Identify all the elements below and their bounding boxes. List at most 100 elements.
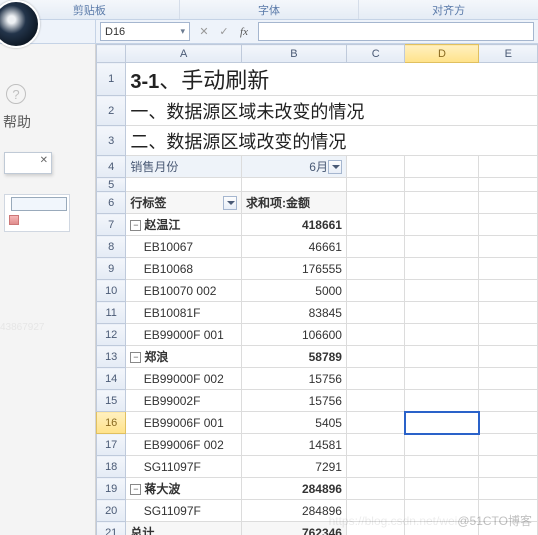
cell-C17[interactable]: [346, 434, 404, 456]
row-header-5[interactable]: 5: [97, 178, 126, 192]
cell-D8[interactable]: [405, 236, 479, 258]
group-1-subtotal[interactable]: 58789: [241, 346, 346, 368]
close-icon[interactable]: ✕: [40, 155, 48, 166]
cell-C6[interactable]: [346, 192, 404, 214]
cell-C18[interactable]: [346, 456, 404, 478]
cell-D17[interactable]: [405, 434, 479, 456]
cell-E13[interactable]: [479, 346, 538, 368]
row-header-20[interactable]: 20: [97, 500, 126, 522]
filter-dropdown-icon[interactable]: [328, 160, 342, 174]
row-header-7[interactable]: 7: [97, 214, 126, 236]
floating-palette[interactable]: [4, 194, 70, 232]
cell-C16[interactable]: [346, 412, 404, 434]
cell-D18[interactable]: [405, 456, 479, 478]
cell-D7[interactable]: [405, 214, 479, 236]
row-header-19[interactable]: 19: [97, 478, 126, 500]
cell-C4[interactable]: [346, 156, 404, 178]
item-1-0[interactable]: EB99000F 002: [126, 368, 242, 390]
help-icon[interactable]: ?: [6, 84, 26, 104]
col-header-C[interactable]: C: [346, 45, 404, 63]
cell-D16[interactable]: [405, 412, 479, 434]
item-0-0-value[interactable]: 46661: [241, 236, 346, 258]
ribbon-group-font[interactable]: 字体: [180, 0, 360, 19]
item-0-3[interactable]: EB10081F: [126, 302, 242, 324]
cell-E6[interactable]: [479, 192, 538, 214]
cell-E14[interactable]: [479, 368, 538, 390]
filter-value[interactable]: 6月: [241, 156, 346, 178]
accept-formula-icon[interactable]: ✓: [216, 24, 232, 40]
collapse-icon[interactable]: −: [130, 484, 141, 495]
cell-C8[interactable]: [346, 236, 404, 258]
ribbon-group-align[interactable]: 对齐方: [359, 0, 538, 19]
palette-color-chip[interactable]: [9, 215, 19, 225]
cell-D9[interactable]: [405, 258, 479, 280]
cell-D4[interactable]: [405, 156, 479, 178]
group-2-subtotal[interactable]: 284896: [241, 478, 346, 500]
group-1[interactable]: −郑浪: [126, 346, 242, 368]
cell-E17[interactable]: [479, 434, 538, 456]
cell-D13[interactable]: [405, 346, 479, 368]
cell-D10[interactable]: [405, 280, 479, 302]
group-0-subtotal[interactable]: 418661: [241, 214, 346, 236]
cell-D6[interactable]: [405, 192, 479, 214]
cell-D19[interactable]: [405, 478, 479, 500]
cell-C5[interactable]: [346, 178, 404, 192]
row-header-12[interactable]: 12: [97, 324, 126, 346]
palette-select[interactable]: [11, 197, 67, 211]
cell-E4[interactable]: [479, 156, 538, 178]
item-0-4-value[interactable]: 106600: [241, 324, 346, 346]
cell-E19[interactable]: [479, 478, 538, 500]
item-1-2[interactable]: EB99006F 001: [126, 412, 242, 434]
item-2-0[interactable]: SG11097F: [126, 500, 242, 522]
row-header-21[interactable]: 21: [97, 522, 126, 535]
cell-E16[interactable]: [479, 412, 538, 434]
cancel-formula-icon[interactable]: ✕: [196, 24, 212, 40]
cell-D15[interactable]: [405, 390, 479, 412]
row-header-11[interactable]: 11: [97, 302, 126, 324]
section-1[interactable]: 一、数据源区域未改变的情况: [126, 96, 538, 126]
cell-C7[interactable]: [346, 214, 404, 236]
item-0-1-value[interactable]: 176555: [241, 258, 346, 280]
cell-E18[interactable]: [479, 456, 538, 478]
pivot-row-header[interactable]: 行标签: [126, 192, 242, 214]
row-header-8[interactable]: 8: [97, 236, 126, 258]
collapse-icon[interactable]: −: [130, 352, 141, 363]
section-2[interactable]: 二、数据源区域改变的情况: [126, 126, 538, 156]
rowlabel-dropdown-icon[interactable]: [223, 196, 237, 210]
item-0-1[interactable]: EB10068: [126, 258, 242, 280]
cell-E9[interactable]: [479, 258, 538, 280]
item-1-2-value[interactable]: 5405: [241, 412, 346, 434]
cell-C15[interactable]: [346, 390, 404, 412]
item-0-2[interactable]: EB10070 002: [126, 280, 242, 302]
select-all-corner[interactable]: [97, 45, 126, 63]
title-cell[interactable]: 3-1、手动刷新: [126, 63, 538, 96]
name-box-dropdown-icon[interactable]: ▾: [180, 26, 185, 37]
cell-E12[interactable]: [479, 324, 538, 346]
cell-D11[interactable]: [405, 302, 479, 324]
item-1-4[interactable]: SG11097F: [126, 456, 242, 478]
cell-C13[interactable]: [346, 346, 404, 368]
row-header-16[interactable]: 16: [97, 412, 126, 434]
row-header-10[interactable]: 10: [97, 280, 126, 302]
cell-D12[interactable]: [405, 324, 479, 346]
cell-D14[interactable]: [405, 368, 479, 390]
row-header-1[interactable]: 1: [97, 63, 126, 96]
cell-E8[interactable]: [479, 236, 538, 258]
cell-D5[interactable]: [405, 178, 479, 192]
fx-icon[interactable]: fx: [236, 24, 252, 40]
grid[interactable]: ABCDE13-1、手动刷新2一、数据源区域未改变的情况3二、数据源区域改变的情…: [96, 44, 538, 535]
name-box[interactable]: D16 ▾: [100, 22, 190, 41]
item-0-2-value[interactable]: 5000: [241, 280, 346, 302]
formula-input[interactable]: [258, 22, 534, 41]
cell-C11[interactable]: [346, 302, 404, 324]
row-header-6[interactable]: 6: [97, 192, 126, 214]
collapse-icon[interactable]: −: [130, 220, 141, 231]
cell-E5[interactable]: [479, 178, 538, 192]
filter-label[interactable]: 销售月份: [126, 156, 242, 178]
grand-label[interactable]: 总计: [126, 522, 242, 535]
spreadsheet[interactable]: ABCDE13-1、手动刷新2一、数据源区域未改变的情况3二、数据源区域改变的情…: [96, 44, 538, 535]
item-1-1[interactable]: EB99002F: [126, 390, 242, 412]
item-1-3-value[interactable]: 14581: [241, 434, 346, 456]
cell-C9[interactable]: [346, 258, 404, 280]
cell-E15[interactable]: [479, 390, 538, 412]
